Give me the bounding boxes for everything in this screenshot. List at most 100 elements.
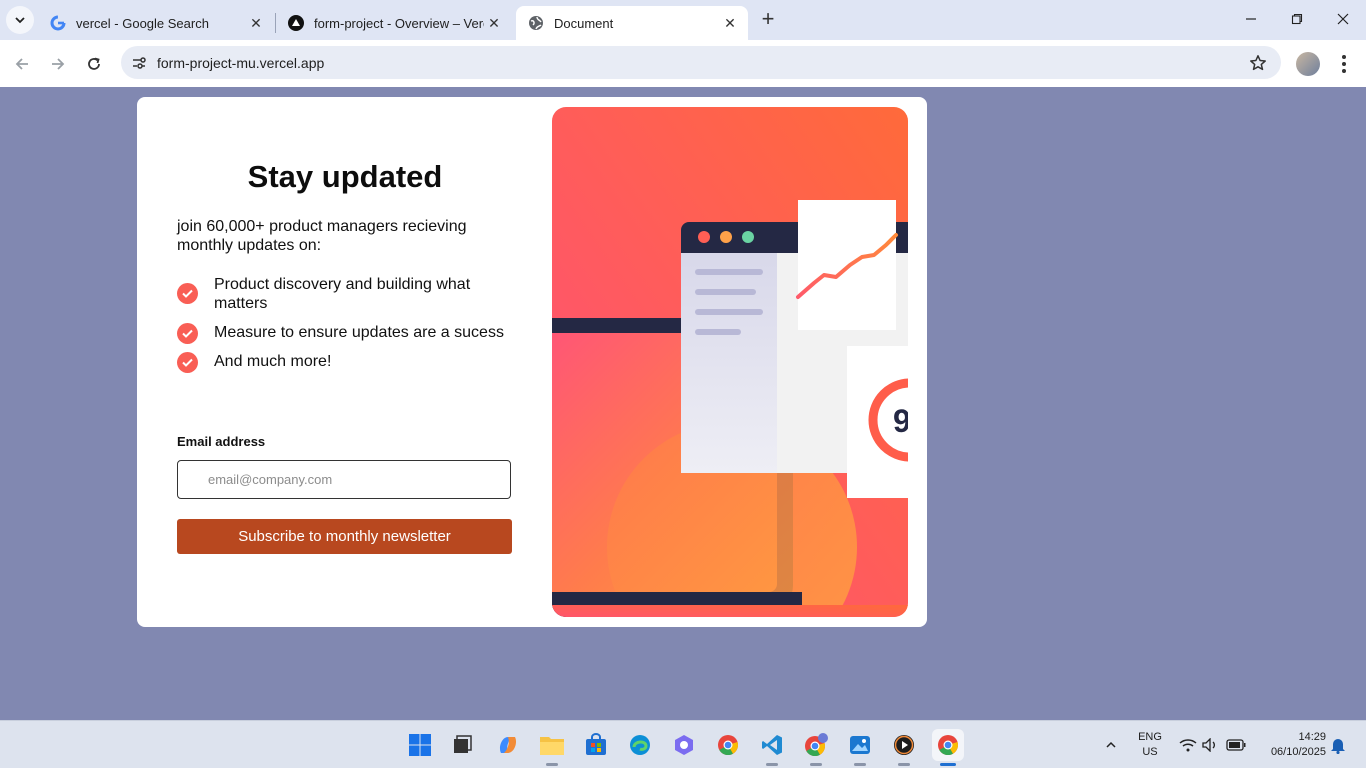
profile-avatar[interactable] [1296, 52, 1320, 76]
tab-document[interactable]: Document ✕ [516, 6, 748, 40]
check-icon [177, 323, 198, 344]
chevron-up-icon [1106, 741, 1116, 748]
back-button[interactable] [8, 50, 36, 78]
file-explorer-icon [540, 737, 564, 755]
task-view-icon [454, 735, 472, 753]
close-icon[interactable]: ✕ [722, 15, 738, 31]
tune-icon [133, 57, 146, 69]
arrow-right-icon [52, 58, 65, 70]
tab-vercel-overview[interactable]: form-project - Overview – Vercel ✕ [276, 6, 512, 40]
chrome-button[interactable] [712, 729, 744, 761]
email-label: Email address [177, 434, 266, 449]
reload-button[interactable] [80, 50, 108, 78]
battery-icon [1226, 739, 1246, 751]
tablet-bottom [552, 605, 908, 617]
subscribe-button[interactable]: Subscribe to monthly newsletter [177, 519, 512, 554]
tab-title: form-project - Overview – Vercel [314, 15, 484, 31]
menu-dot [1342, 69, 1346, 73]
sidebar-line [695, 309, 763, 315]
globe-icon [528, 15, 544, 31]
reload-icon [88, 57, 100, 70]
newsletter-card: Stay updated join 60,000+ product manage… [137, 97, 927, 627]
tab-google-search[interactable]: vercel - Google Search ✕ [38, 6, 274, 40]
new-tab-button[interactable]: + [756, 8, 780, 32]
chrome-active-button[interactable] [932, 729, 964, 766]
close-icon [1337, 13, 1349, 25]
vercel-icon [288, 15, 304, 31]
volume-status[interactable] [1200, 729, 1220, 761]
copilot-icon [499, 737, 517, 753]
close-window-button[interactable] [1331, 8, 1355, 32]
media-player-icon [894, 735, 914, 755]
bell-icon [1331, 739, 1345, 754]
chevron-down-icon [15, 17, 25, 24]
email-field[interactable] [177, 460, 511, 499]
photos-icon [850, 736, 870, 754]
forward-button[interactable] [44, 50, 72, 78]
tab-search-button[interactable] [6, 6, 34, 34]
minimize-button[interactable] [1239, 8, 1263, 32]
app-icon [675, 735, 693, 755]
start-button[interactable] [404, 729, 436, 761]
green-dot-icon [742, 231, 754, 243]
file-explorer-button[interactable] [536, 729, 568, 766]
media-player-button[interactable] [888, 729, 920, 766]
taskbar: ENG US 14:29 06/10/2025 [0, 720, 1366, 768]
start-icon [409, 734, 431, 756]
date-text: 06/10/2025 [1270, 746, 1326, 758]
sidebar-line [695, 269, 763, 275]
chrome-profile-button[interactable] [800, 729, 832, 766]
star-icon [1250, 55, 1266, 71]
restore-icon [1291, 13, 1303, 25]
tab-strip: vercel - Google Search ✕ form-project - … [0, 0, 1366, 40]
arrow-left-icon [15, 58, 28, 70]
gauge-value: 9 [893, 403, 908, 439]
red-dot-icon [698, 231, 710, 243]
check-icon [177, 283, 198, 304]
intro-text: join 60,000+ product managers recieving … [177, 218, 467, 254]
restore-button[interactable] [1285, 8, 1309, 32]
feature-text: Measure to ensure updates are a sucess [214, 324, 504, 341]
close-icon[interactable]: ✕ [486, 15, 502, 31]
feature-text: Product discovery and building what matt… [214, 276, 471, 312]
clock[interactable]: 14:29 06/10/2025 [1258, 730, 1326, 760]
google-icon [50, 15, 66, 31]
hero-illustration: 9 [552, 107, 908, 617]
bookmark-button[interactable] [1247, 52, 1269, 74]
show-hidden-icons-button[interactable] [1100, 729, 1122, 761]
browser-sidebar [681, 253, 777, 473]
address-bar[interactable]: form-project-mu.vercel.app [121, 46, 1281, 79]
wifi-status[interactable] [1178, 729, 1198, 761]
language-text: ENG [1138, 731, 1162, 743]
vscode-icon [762, 735, 782, 755]
time-text: 14:29 [1298, 731, 1326, 743]
chrome-active-icon [938, 735, 958, 756]
chrome-profile-icon [805, 733, 828, 757]
edge-icon [630, 735, 650, 755]
app-button[interactable] [668, 729, 700, 761]
region-text: US [1142, 746, 1158, 758]
list-item: Measure to ensure updates are a sucess [177, 323, 513, 344]
notifications-button[interactable] [1328, 729, 1348, 761]
site-info-button[interactable] [127, 51, 151, 75]
wifi-icon [1179, 739, 1197, 752]
chrome-icon [718, 735, 738, 756]
microsoft-store-button[interactable] [580, 729, 612, 761]
battery-status[interactable] [1224, 729, 1248, 761]
photos-button[interactable] [844, 729, 876, 766]
vscode-button[interactable] [756, 729, 788, 766]
menu-dot [1342, 55, 1346, 59]
close-icon[interactable]: ✕ [248, 15, 264, 31]
language-indicator[interactable]: ENG US [1134, 730, 1166, 760]
microsoft-store-icon [586, 733, 606, 755]
browser-menu-button[interactable] [1334, 52, 1354, 76]
page-viewport: Stay updated join 60,000+ product manage… [0, 87, 1366, 720]
url-text: form-project-mu.vercel.app [157, 55, 325, 71]
menu-dot [1342, 62, 1346, 66]
task-view-button[interactable] [446, 729, 478, 761]
copilot-button[interactable] [492, 729, 524, 761]
edge-button[interactable] [624, 729, 656, 761]
tab-title: vercel - Google Search [76, 15, 209, 31]
browser-toolbar: form-project-mu.vercel.app [0, 40, 1366, 87]
volume-icon [1202, 738, 1215, 752]
